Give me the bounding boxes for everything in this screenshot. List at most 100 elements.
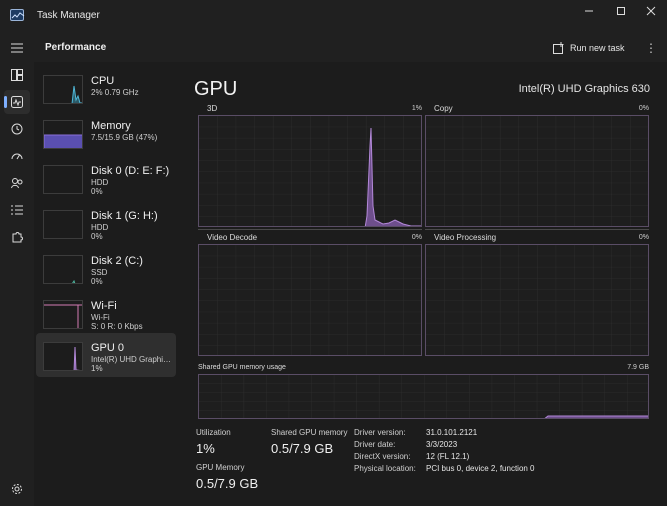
window-title: Task Manager (37, 10, 100, 21)
engine-video-decode-graph (198, 244, 422, 356)
device-detail: Wi-Fi (91, 313, 110, 322)
device-usage: 0% (91, 232, 103, 241)
engine-3d-label: 3D (207, 104, 218, 113)
minimize-icon (585, 10, 593, 12)
close-button[interactable] (634, 0, 667, 22)
engine-3d-graph (198, 115, 422, 227)
engine-copy-label: Copy (434, 104, 453, 113)
engine-3d-divider (198, 229, 422, 230)
history-icon (11, 123, 23, 135)
shared-memory-graph-label: Shared GPU memory usage (198, 364, 286, 371)
hamburger-icon (11, 43, 23, 53)
memory-thumbnail-graph (43, 120, 83, 149)
gpu-model-name: Intel(R) UHD Graphics 630 (518, 83, 650, 95)
device-name: Wi-Fi (91, 300, 117, 312)
engine-copy-divider (425, 229, 649, 230)
driver-version-value: 31.0.101.2121 (426, 428, 478, 437)
engine-video-processing-graph (425, 244, 649, 356)
device-item-disk-2[interactable]: Disk 2 (C:) SSD 0% (36, 246, 176, 290)
device-item-disk-1[interactable]: Disk 1 (G: H:) HDD 0% (36, 201, 176, 245)
device-detail: 7.5/15.9 GB (47%) (91, 133, 158, 142)
directx-version-value: 12 (FL 12.1) (426, 452, 470, 461)
speedometer-icon (11, 153, 23, 160)
engine-video-processing-percent: 0% (638, 234, 649, 241)
utilization-value: 1% (196, 441, 215, 456)
device-item-disk-0[interactable]: Disk 0 (D: E: F:) HDD 0% (36, 156, 176, 200)
run-new-task-button[interactable]: Run new task (553, 38, 637, 58)
close-icon (646, 6, 656, 16)
nav-performance-button[interactable] (4, 90, 30, 114)
services-puzzle-icon (12, 232, 23, 243)
minimize-button[interactable] (572, 0, 606, 22)
engine-video-decode-label: Video Decode (207, 233, 258, 242)
physical-location-value: PCI bus 0, device 2, function 0 (426, 464, 535, 473)
more-vertical-icon: ⋮ (645, 41, 657, 55)
device-type: SSD (91, 268, 108, 277)
maximize-button[interactable] (604, 0, 638, 22)
device-throughput: S: 0 R: 0 Kbps (91, 322, 143, 331)
processes-icon (11, 69, 23, 81)
page-title: Performance (45, 42, 107, 53)
nav-services-button[interactable] (4, 225, 30, 249)
engine-video-processing-label: Video Processing (434, 233, 497, 242)
disk-0-thumbnail-graph (43, 165, 83, 194)
shared-memory-graph (198, 374, 649, 419)
device-name: Disk 1 (G: H:) (91, 210, 158, 222)
device-item-wifi[interactable]: Wi-Fi Wi-Fi S: 0 R: 0 Kbps (36, 291, 176, 335)
disk-1-thumbnail-graph (43, 210, 83, 239)
device-detail: Intel(R) UHD Graphics 630 (91, 355, 175, 364)
engine-copy-graph (425, 115, 649, 227)
driver-version-key: Driver version: (354, 428, 406, 437)
maximize-icon (617, 7, 625, 15)
gpu-thumbnail-graph (43, 342, 83, 371)
device-type: HDD (91, 223, 109, 232)
details-list-icon (11, 205, 23, 215)
nav-app-history-button[interactable] (4, 117, 30, 141)
driver-date-value: 3/3/2023 (426, 440, 458, 449)
engine-3d-percent: 1% (411, 105, 422, 112)
run-task-icon (553, 42, 564, 54)
engine-copy-percent: 0% (638, 105, 649, 112)
physical-location-key: Physical location: (354, 464, 416, 473)
driver-date-key: Driver date: (354, 440, 396, 449)
wifi-thumbnail-graph (43, 300, 83, 329)
nav-details-button[interactable] (4, 198, 30, 222)
device-type: HDD (91, 178, 109, 187)
nav-users-button[interactable] (4, 171, 30, 195)
cpu-thumbnail-graph (43, 75, 83, 104)
nav-processes-button[interactable] (4, 63, 30, 87)
run-new-task-label: Run new task (570, 43, 625, 53)
gear-icon (12, 484, 22, 494)
shared-gpu-memory-value: 0.5/7.9 GB (271, 441, 334, 456)
device-usage: 1% (91, 364, 103, 373)
device-usage: 0% (91, 277, 103, 286)
device-list: CPU 2% 0.79 GHz Memory 7.5/15.9 GB (47%)… (36, 66, 176, 506)
device-item-gpu-0[interactable]: GPU 0 Intel(R) UHD Graphics 630 1% (36, 333, 176, 377)
users-icon (11, 178, 23, 189)
settings-button[interactable] (4, 477, 30, 501)
utilization-label: Utilization (196, 428, 231, 437)
gpu-memory-value: 0.5/7.9 GB (196, 476, 259, 491)
gpu-memory-label: GPU Memory (196, 463, 245, 472)
disk-2-thumbnail-graph (43, 255, 83, 284)
device-name: GPU 0 (91, 342, 125, 354)
device-detail: 2% 0.79 GHz (91, 88, 139, 97)
task-manager-app-icon (10, 9, 25, 21)
hamburger-menu-button[interactable] (4, 36, 30, 60)
performance-icon (11, 96, 23, 108)
device-name: Disk 0 (D: E: F:) (91, 165, 170, 177)
directx-version-key: DirectX version: (354, 452, 411, 461)
device-usage: 0% (91, 187, 103, 196)
device-name: Memory (91, 120, 131, 132)
nav-startup-apps-button[interactable] (4, 144, 30, 168)
shared-memory-graph-max: 7.9 GB (627, 364, 649, 371)
device-name: CPU (91, 75, 115, 87)
gpu-title: GPU (194, 78, 238, 100)
title-bar (0, 0, 667, 32)
shared-gpu-memory-label: Shared GPU memory (271, 428, 348, 437)
engine-video-decode-percent: 0% (411, 234, 422, 241)
device-item-memory[interactable]: Memory 7.5/15.9 GB (47%) (36, 111, 176, 155)
more-options-button[interactable]: ⋮ (641, 38, 661, 58)
device-name: Disk 2 (C:) (91, 255, 143, 267)
device-item-cpu[interactable]: CPU 2% 0.79 GHz (36, 66, 176, 110)
